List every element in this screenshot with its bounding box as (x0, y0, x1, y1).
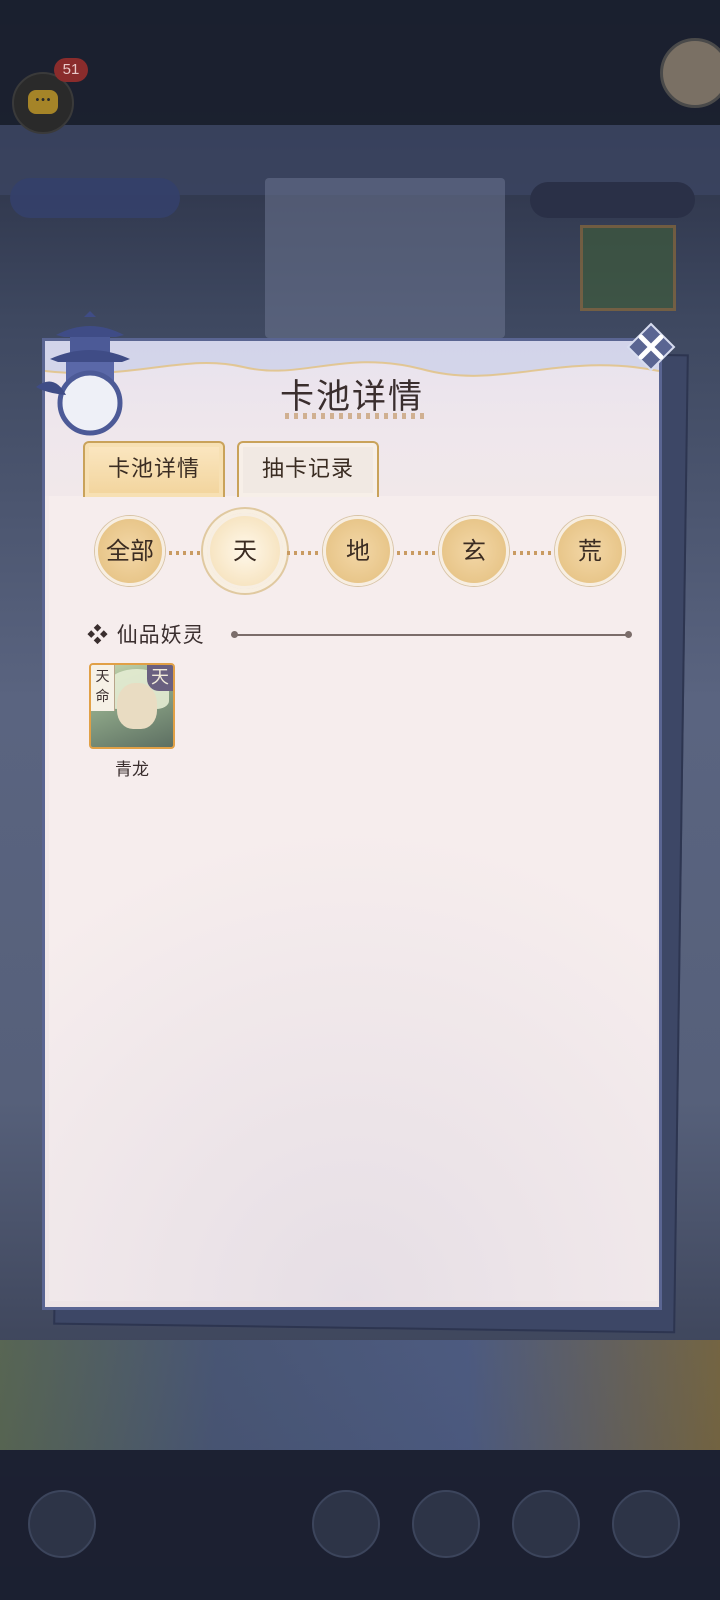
card-portrait (117, 683, 157, 729)
section-header: ❖ 仙品妖灵 (87, 619, 205, 649)
nav-icon-3 (512, 1490, 580, 1558)
filter-connector (287, 551, 321, 555)
card-fate-tag: 天命 (91, 665, 115, 711)
title-underline-decoration (285, 413, 425, 419)
diamond-bullet-icon: ❖ (87, 623, 109, 647)
pool-detail-dialog: 卡池详情 卡池详情 抽卡记录 全部 天 地 玄 荒 ❖ 仙品妖灵 天命 天 青龙 (42, 338, 662, 1310)
character-card[interactable]: 天命 天 (89, 663, 175, 749)
card-name: 青龙 (115, 760, 149, 780)
section-title: 仙品妖灵 (116, 623, 205, 647)
pool-detail-pill (10, 178, 180, 218)
filter-connector (513, 551, 553, 555)
dialog-content (49, 496, 657, 1301)
filter-connector (397, 551, 437, 555)
section-divider (235, 634, 629, 636)
nav-icon-1 (312, 1490, 380, 1558)
chat-bubble-icon: ··· (28, 90, 58, 114)
nav-icon-4 (612, 1490, 680, 1558)
wishlist-pill (530, 182, 695, 218)
chat-badge: 51 (54, 58, 88, 82)
section-line-dot (625, 631, 632, 638)
tab-draw-records[interactable]: 抽卡记录 (237, 441, 379, 497)
pavilion-ornament (36, 311, 130, 436)
banner-panel (265, 178, 505, 338)
close-button[interactable] (626, 322, 676, 372)
top-resource-bar (0, 0, 720, 125)
back-arrow-icon (28, 1490, 96, 1558)
filter-all[interactable]: 全部 (95, 516, 165, 586)
tab-pool-details[interactable]: 卡池详情 (83, 441, 225, 497)
filter-connector (169, 551, 205, 555)
filter-tian[interactable]: 天 (207, 513, 283, 589)
filter-huang[interactable]: 荒 (555, 516, 625, 586)
side-reward-panel (580, 225, 676, 311)
draw-buttons-area (0, 1340, 720, 1450)
filter-di[interactable]: 地 (323, 516, 393, 586)
card-grade-badge: 天 (147, 665, 173, 691)
filter-xuan[interactable]: 玄 (439, 516, 509, 586)
nav-icon-2 (412, 1490, 480, 1558)
